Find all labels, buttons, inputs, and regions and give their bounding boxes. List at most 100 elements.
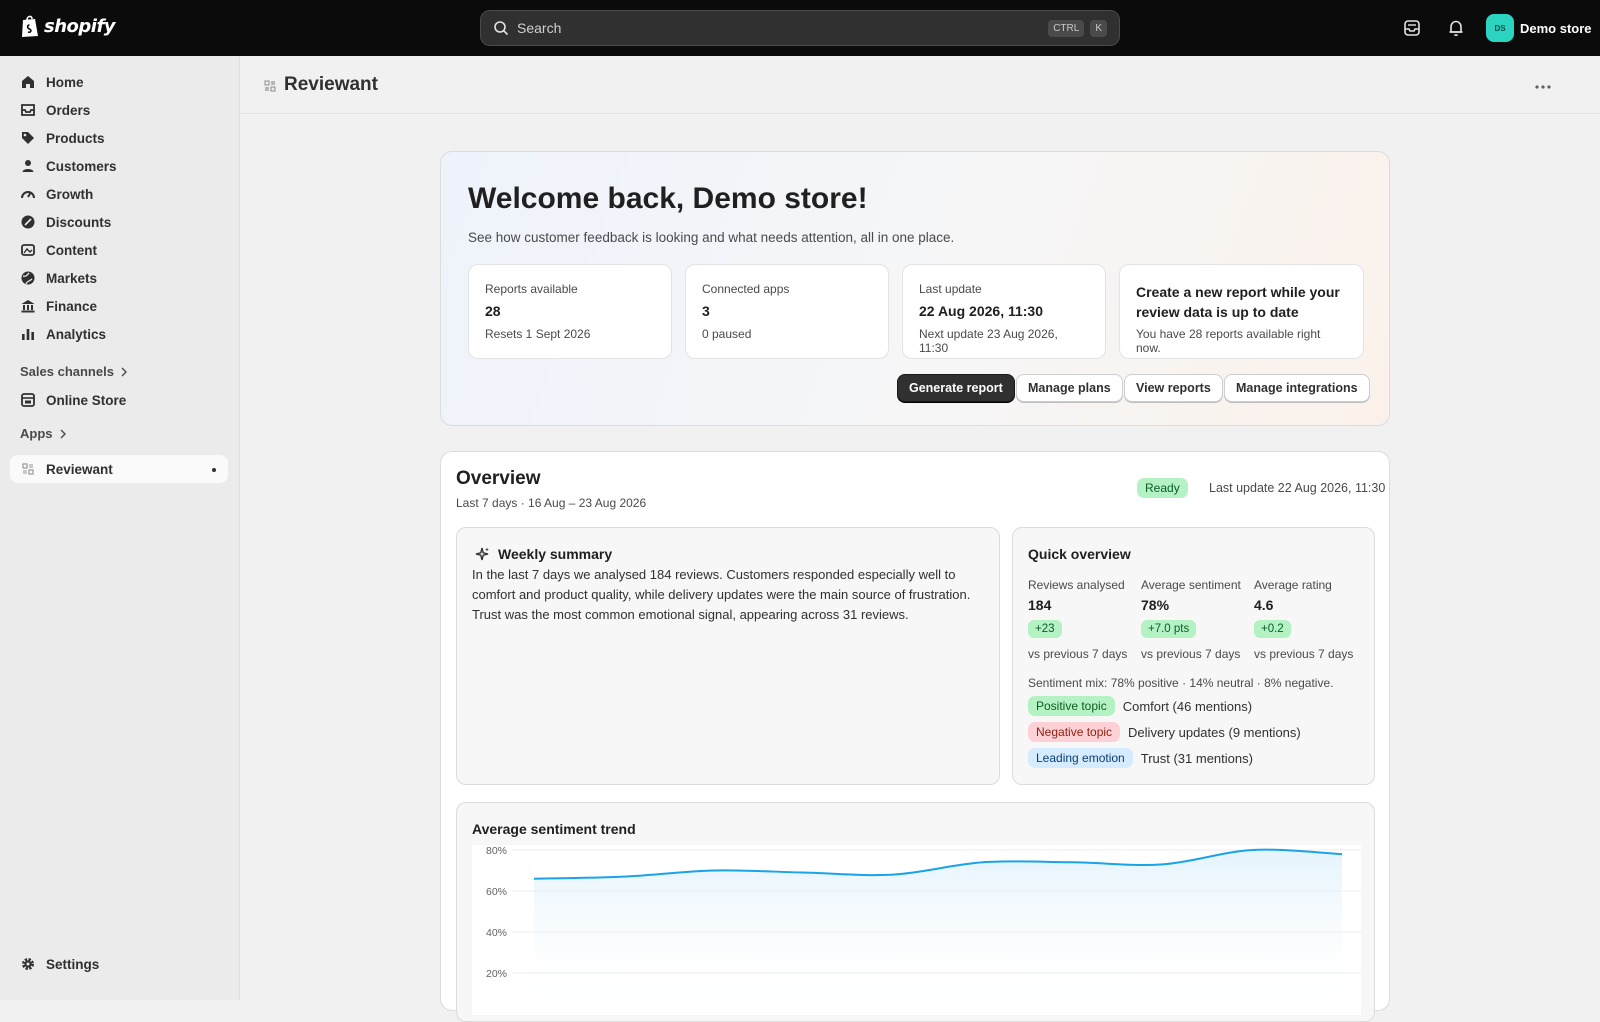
topic-text: Delivery updates (9 mentions): [1128, 724, 1301, 740]
bell-icon[interactable]: [1446, 18, 1466, 38]
stat-note: 0 paused: [702, 327, 752, 341]
positive-topic-badge: Positive topic: [1028, 696, 1115, 716]
search-bar[interactable]: CTRL K: [480, 10, 1120, 46]
view-reports-button[interactable]: View reports: [1124, 374, 1223, 402]
globe-icon: [21, 271, 35, 285]
sidebar: Home Orders Products Customers Growth Di…: [0, 56, 240, 1000]
stat-note: Resets 1 Sept 2026: [485, 327, 591, 341]
sparkle-icon: [475, 547, 489, 561]
sidebar-item-products[interactable]: Products: [10, 124, 228, 152]
metric-label: Average sentiment: [1141, 578, 1241, 592]
generate-report-button[interactable]: Generate report: [897, 374, 1015, 402]
sidebar-item-markets[interactable]: Markets: [10, 264, 228, 292]
metric-delta-badge: +7.0 pts: [1141, 620, 1197, 638]
sidebar-item-customers[interactable]: Customers: [10, 152, 228, 180]
y-tick-label: 40%: [486, 927, 507, 939]
search-input[interactable]: [517, 20, 1043, 36]
bank-icon: [21, 300, 35, 313]
metric-value: 184: [1028, 597, 1052, 613]
y-tick-label: 60%: [486, 886, 507, 898]
ellipsis-icon: [1535, 85, 1551, 89]
chevron-right-icon: [60, 429, 66, 438]
topic-text: Trust (31 mentions): [1140, 750, 1253, 766]
sidebar-item-discounts[interactable]: Discounts: [10, 208, 228, 236]
gear-icon: [22, 958, 34, 970]
metric-delta-badge: +23: [1028, 620, 1062, 638]
storefront-icon: [21, 393, 35, 407]
stat-card-last-update: Last update 22 Aug 2026, 11:30 Next upda…: [902, 264, 1106, 359]
app-grid-icon: [22, 463, 34, 475]
welcome-card: Welcome back, Demo store! See how custom…: [440, 151, 1390, 426]
weekly-summary-text: In the last 7 days we analysed 184 revie…: [472, 567, 971, 622]
tag-icon: [22, 132, 34, 144]
weekly-summary-title: Weekly summary: [498, 546, 613, 562]
more-actions-button[interactable]: [1534, 74, 1552, 95]
sidebar-item-home[interactable]: Home: [10, 68, 228, 96]
stat-value: 3: [702, 303, 710, 319]
sidebar-item-reviewant[interactable]: Reviewant: [10, 455, 228, 483]
metric-reviews-analysed: Reviews analysed 184 +23 vs previous 7 d…: [1028, 578, 1140, 661]
sidebar-item-online-store[interactable]: Online Store: [10, 386, 228, 414]
overview-card: Overview Last 7 days · 16 Aug – 23 Aug 2…: [440, 451, 1390, 1022]
metric-comparison: vs previous 7 days: [1028, 647, 1128, 661]
metric-average-sentiment: Average sentiment 78% +7.0 pts vs previo…: [1141, 578, 1253, 661]
sidebar-item-label: Content: [46, 242, 97, 258]
sidebar-item-orders[interactable]: Orders: [10, 96, 228, 124]
search-icon: [494, 21, 509, 36]
person-icon: [22, 160, 34, 172]
status-badge: Ready: [1137, 478, 1188, 498]
overview-title: Overview: [456, 468, 541, 489]
apps-header[interactable]: Apps: [20, 426, 67, 441]
metric-average-rating: Average rating 4.6 +0.2 vs previous 7 da…: [1254, 578, 1366, 661]
app-grid-icon: [264, 80, 276, 92]
sidebar-item-analytics[interactable]: Analytics: [10, 320, 228, 348]
home-icon: [22, 76, 34, 88]
welcome-subtitle: See how customer feedback is looking and…: [468, 230, 955, 245]
stat-card-reports: Reports available 28 Resets 1 Sept 2026: [468, 264, 672, 359]
sidebar-item-growth[interactable]: Growth: [10, 180, 228, 208]
sales-channels-header[interactable]: Sales channels: [20, 364, 128, 379]
sidebar-item-content[interactable]: Content: [10, 236, 228, 264]
sidebar-item-label: Finance: [46, 298, 98, 314]
metric-value: 78%: [1141, 597, 1170, 613]
chevron-right-icon: [121, 367, 127, 376]
topic-row-negative: Negative topic Delivery updates (9 menti…: [1028, 722, 1301, 742]
sidebar-item-finance[interactable]: Finance: [10, 292, 228, 320]
overview-last-update: Last update 22 Aug 2026, 11:30: [1209, 481, 1386, 495]
store-menu[interactable]: DS Demo store: [1486, 14, 1592, 42]
shortcut-k-key: K: [1090, 19, 1107, 37]
sidebar-item-label: Analytics: [46, 326, 107, 342]
orders-icon: [21, 104, 35, 116]
cta-card: Create a new report while your review da…: [1119, 264, 1364, 359]
weekly-summary-header: Weekly summary: [474, 546, 612, 562]
stat-card-connected-apps: Connected apps 3 0 paused: [685, 264, 889, 359]
metric-comparison: vs previous 7 days: [1254, 647, 1354, 661]
inbox-icon[interactable]: [1402, 18, 1422, 38]
sidebar-item-settings[interactable]: Settings: [10, 950, 228, 978]
store-name: Demo store: [1520, 20, 1592, 36]
stat-label: Last update: [919, 282, 982, 296]
overview-date-range: Last 7 days · 16 Aug – 23 Aug 2026: [456, 496, 647, 510]
brand-name: shopify: [44, 15, 116, 37]
sidebar-item-label: Home: [46, 74, 84, 90]
topic-row-emotion: Leading emotion Trust (31 mentions): [1028, 748, 1253, 768]
sentiment-trend-panel: Average sentiment trend 80% 60% 40% 20%: [456, 802, 1375, 1022]
manage-integrations-button[interactable]: Manage integrations: [1224, 374, 1370, 402]
sidebar-item-label: Reviewant: [46, 461, 113, 477]
shopify-bag-icon: [22, 15, 38, 37]
sidebar-item-label: Settings: [46, 956, 100, 972]
sidebar-item-label: Markets: [46, 270, 98, 286]
manage-plans-button[interactable]: Manage plans: [1016, 374, 1123, 402]
sentiment-trend-chart: 80% 60% 40% 20%: [472, 845, 1361, 1015]
page-header: Reviewant: [240, 56, 1600, 114]
stat-value: 28: [485, 303, 501, 319]
leading-emotion-badge: Leading emotion: [1028, 748, 1133, 768]
sidebar-item-label: Customers: [46, 158, 117, 174]
stat-label: Connected apps: [702, 282, 790, 296]
main-content: Reviewant Welcome back, Demo store! See …: [240, 56, 1600, 1022]
topic-row-positive: Positive topic Comfort (46 mentions): [1028, 696, 1252, 716]
discount-icon: [21, 215, 35, 229]
topic-text: Comfort (46 mentions): [1122, 698, 1253, 714]
shopify-logo[interactable]: shopify: [20, 14, 116, 38]
y-tick-label: 80%: [486, 845, 507, 857]
